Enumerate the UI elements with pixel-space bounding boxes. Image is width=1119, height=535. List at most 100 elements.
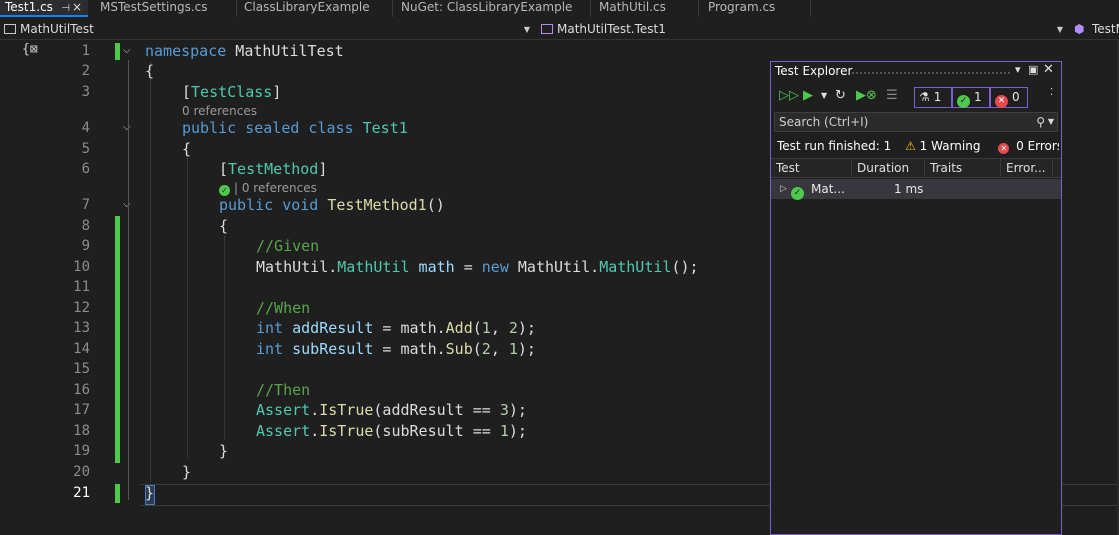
column-header-traits[interactable]: Traits (925, 159, 1001, 177)
line-number: 20 (73, 464, 90, 480)
tab-nuget[interactable]: NuGet: ClassLibraryExample (396, 0, 586, 17)
line-number: 6 (81, 161, 90, 177)
repeat-run-icon[interactable]: ↻ (835, 87, 846, 105)
line-number: 13 (73, 320, 90, 336)
filter-passed-tests[interactable]: ✓ 1 (952, 87, 990, 108)
code-line-16: //Then (256, 381, 311, 399)
member-dropdown[interactable]: MathUtilTest.Test1 ▼ (537, 20, 1067, 39)
code-line-12: //When (256, 299, 311, 317)
run-tests-icon[interactable]: ▶ (803, 87, 813, 105)
test-run-status: Test run finished: 1 ⚠ 1 Warning ✕ 0 Err… (777, 137, 1059, 155)
project-icon (4, 24, 16, 34)
expand-arrow-icon[interactable]: ▷ (780, 179, 787, 199)
chevron-down-icon: ▼ (1056, 25, 1063, 34)
method-dropdown[interactable]: ⬢TestM (1070, 20, 1119, 39)
column-header-error[interactable]: Error... (1001, 159, 1053, 177)
filter-failed-tests[interactable]: ✕ 0 (990, 87, 1028, 108)
fold-toggle-icon[interactable]: ⌵ (123, 41, 131, 61)
indent-guide (150, 62, 151, 482)
line-number: 1 (81, 43, 90, 59)
tab-mstestsettings[interactable]: MSTestSettings.cs (95, 0, 235, 17)
window-position-icon[interactable]: ▾ (1015, 63, 1021, 76)
code-line-8: { (219, 217, 229, 235)
line-number: 12 (73, 300, 90, 316)
chevron-down-icon[interactable]: ▼ (1048, 113, 1054, 131)
test-duration: 1 ms (894, 182, 924, 196)
test-name: Mat... (811, 182, 845, 196)
error-count[interactable]: 0 Errors (1016, 139, 1059, 153)
code-line-10: MathUtil.MathUtil math = new MathUtil.Ma… (256, 258, 699, 276)
tab-divider (392, 0, 393, 17)
change-marker (115, 216, 120, 463)
code-line-5: { (182, 140, 192, 158)
warning-count[interactable]: 1 Warning (920, 139, 981, 153)
code-line-1: namespace MathUtilTest (145, 42, 344, 60)
code-line-21: } (145, 484, 155, 502)
fold-line (128, 60, 129, 500)
method-cube-icon: ⬢ (1074, 22, 1085, 36)
indent-guide (224, 236, 225, 440)
line-number: 19 (73, 443, 90, 459)
search-icon[interactable]: ⚲ (1036, 113, 1045, 131)
line-number: 14 (73, 341, 90, 357)
tab-divider (698, 0, 699, 17)
change-marker (115, 484, 120, 503)
tab-classlibraryexample[interactable]: ClassLibraryExample (239, 0, 389, 17)
class-icon (541, 24, 553, 34)
tab-divider (590, 0, 591, 17)
chevron-down-icon: ▼ (523, 25, 530, 34)
line-number: 7 (81, 197, 90, 213)
line-number: 17 (73, 402, 90, 418)
maximize-icon[interactable]: ▣ (1028, 63, 1038, 76)
codelens-test-status[interactable]: ✓ | 0 references (219, 180, 317, 196)
close-icon[interactable]: ✕ (1043, 62, 1054, 77)
line-number: 4 (81, 120, 90, 136)
column-header-duration[interactable]: Duration (852, 159, 925, 177)
code-line-18: Assert.IsTrue(subResult == 1); (256, 422, 527, 440)
cancel-run-icon[interactable]: ☰ (886, 87, 898, 105)
code-line-13: int addResult = math.Add(1, 2); (256, 319, 536, 337)
panel-title: Test Explorer (775, 64, 853, 78)
run-all-tests-icon[interactable]: ▷▷ (779, 87, 799, 105)
error-circle-icon: ✕ (995, 95, 1008, 108)
run-failed-tests-icon[interactable]: ▶⊗ (856, 87, 877, 105)
tab-divider (236, 0, 237, 17)
code-line-4: public sealed class Test1 (182, 119, 408, 137)
check-circle-icon: ✓ (957, 95, 970, 108)
warning-icon: ⚠ (905, 139, 916, 153)
line-number: 16 (73, 382, 90, 398)
code-line-7: public void TestMethod1() (219, 196, 445, 214)
line-number: 9 (81, 238, 90, 254)
line-number: 15 (73, 361, 90, 377)
code-line-17: Assert.IsTrue(addResult == 3); (256, 401, 527, 419)
fold-toggle-icon[interactable]: ⌵ (123, 195, 131, 215)
fold-toggle-icon[interactable]: ⌵ (123, 118, 131, 138)
chevron-down-icon[interactable]: ▼ (821, 87, 827, 105)
code-line-19: } (219, 442, 229, 460)
flask-icon: ⚗ (919, 90, 930, 104)
filter-total-tests[interactable]: ⚗ 1 (914, 87, 952, 108)
codelens-references[interactable]: 0 references (182, 103, 257, 119)
tab-test1-cs[interactable]: Test1.cs ⊣ × (0, 0, 88, 17)
test-pass-icon: ✓ (791, 179, 804, 200)
code-line-20: } (182, 463, 192, 481)
indent-guide (187, 158, 188, 458)
lightbulb-icon[interactable]: {⊠ (22, 42, 38, 57)
close-icon[interactable]: × (72, 0, 82, 15)
search-input[interactable]: Search (Ctrl+I) ⚲ ▼ (774, 112, 1058, 132)
line-number-current: 21 (73, 485, 90, 501)
column-header-test[interactable]: Test (771, 159, 852, 177)
test-explorer-titlebar[interactable]: Test Explorer ▾ ▣ ✕ (771, 62, 1061, 82)
code-line-14: int subResult = math.Sub(2, 1); (256, 340, 536, 358)
navigation-bar: MathUtilTest ▼ MathUtilTest.Test1 ▼ ⬢ Tes… (0, 19, 1119, 40)
tab-mathutil-cs[interactable]: MathUtil.cs (594, 0, 694, 17)
test-row[interactable]: ▷ ✓ Mat... 1 ms (771, 179, 1061, 200)
code-line-3: [TestClass] (182, 83, 282, 101)
more-options-icon[interactable]: ⁚ (1050, 84, 1053, 102)
tab-program-cs[interactable]: Program.cs (703, 0, 803, 17)
project-dropdown[interactable]: MathUtilTest ▼ (0, 20, 534, 39)
drag-grip[interactable] (851, 71, 1011, 75)
pin-icon[interactable]: ⊣ (61, 1, 70, 15)
code-line-2: { (145, 62, 155, 80)
line-number: 11 (73, 279, 90, 295)
